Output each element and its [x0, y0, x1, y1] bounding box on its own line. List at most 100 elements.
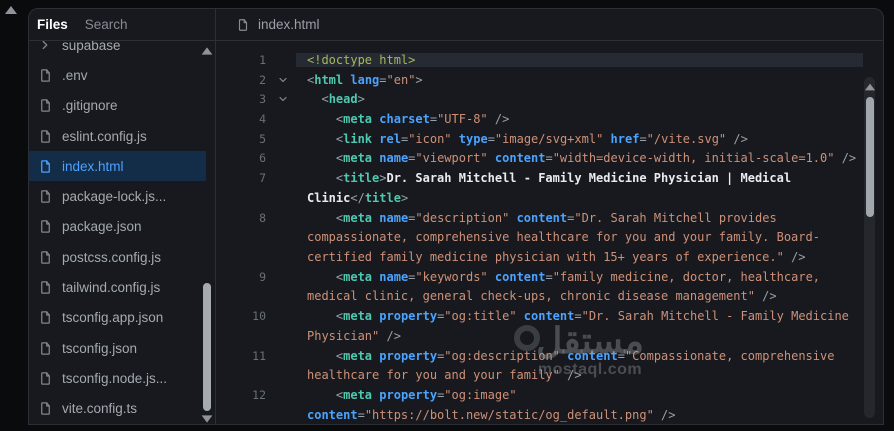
code-row: compassionate, comprehensive healthcare … — [216, 227, 883, 247]
file-icon — [38, 280, 53, 295]
line-number: 8 — [259, 210, 266, 225]
line-number: 4 — [259, 112, 266, 127]
file-name-label: .env — [62, 67, 88, 83]
code-row: 9 <meta name="keywords" content="family … — [216, 267, 883, 287]
code-row: medical clinic, general check-ups, chron… — [216, 287, 883, 307]
code-line[interactable]: <head> — [296, 92, 863, 106]
code-line[interactable]: <meta property="og:description" content=… — [296, 349, 863, 363]
code-line[interactable]: <meta property="og:image" — [296, 388, 863, 402]
file-icon — [38, 98, 53, 113]
file-item-package-lock-js-[interactable]: package-lock.js... — [29, 181, 206, 211]
line-number: 1 — [259, 52, 266, 67]
file-item-vite-config-ts[interactable]: vite.config.ts — [29, 394, 206, 424]
line-number: 5 — [259, 131, 266, 146]
sidebar-scrollbar[interactable] — [201, 41, 213, 424]
file-icon — [38, 68, 53, 83]
code-line[interactable]: <meta name="keywords" content="family me… — [296, 270, 863, 284]
file-item-tailwind-config-js[interactable]: tailwind.config.js — [29, 272, 206, 302]
file-item-tsconfig-node-js-[interactable]: tsconfig.node.js... — [29, 363, 206, 393]
code-row: 6 <meta name="viewport" content="width=d… — [216, 149, 883, 169]
code-line[interactable]: <meta name="viewport" content="width=dev… — [296, 151, 863, 165]
code-line[interactable]: <link rel="icon" type="image/svg+xml" hr… — [296, 132, 863, 146]
code-line[interactable]: <meta charset="UTF-8" /> — [296, 112, 863, 126]
file-list: supabase .env .gitignore eslint.config.js in… — [29, 30, 215, 424]
code-row: 4 <meta charset="UTF-8" /> — [216, 109, 883, 129]
code-lines: 1 <!doctype html> 2 <html lang="en"> 3 <head… — [216, 50, 883, 424]
code-line[interactable]: Physician" /> — [296, 329, 863, 343]
file-explorer-sidebar: Files Search supabase .env .gitignore eslin… — [29, 9, 216, 424]
fold-chevron-icon[interactable] — [266, 74, 296, 86]
file-name-label: tsconfig.json — [62, 340, 138, 356]
line-number: 10 — [252, 309, 266, 324]
code-line[interactable]: <meta property="og:title" content="Dr. S… — [296, 309, 863, 323]
code-row: 1 <!doctype html> — [216, 50, 883, 70]
code-line[interactable]: <meta name="description" content="Dr. Sa… — [296, 211, 863, 225]
scrollbar-thumb[interactable] — [203, 283, 211, 411]
file-name-label: package.json — [62, 219, 142, 235]
code-row: 8 <meta name="description" content="Dr. … — [216, 208, 883, 228]
file-icon — [38, 341, 53, 356]
file-item-tsconfig-json[interactable]: tsconfig.json — [29, 333, 206, 363]
file-item-postcss-config-js[interactable]: postcss.config.js — [29, 242, 206, 272]
file-item-index-html[interactable]: index.html — [29, 151, 206, 182]
tab-search[interactable]: Search — [85, 17, 128, 32]
file-item-eslint-config-js[interactable]: eslint.config.js — [29, 121, 206, 151]
line-number: 7 — [259, 171, 266, 186]
code-row: certified family medicine physician with… — [216, 247, 883, 267]
code-line[interactable]: <html lang="en"> — [296, 73, 863, 87]
file-name-label: .gitignore — [62, 98, 118, 114]
line-number: 2 — [259, 72, 266, 87]
code-line[interactable]: Clinic</title> — [296, 191, 863, 205]
code-row: 7 <title>Dr. Sarah Mitchell - Family Med… — [216, 168, 883, 188]
code-line[interactable]: medical clinic, general check-ups, chron… — [296, 289, 863, 303]
file-item--env[interactable]: .env — [29, 60, 206, 90]
file-name-label: index.html — [62, 158, 124, 174]
line-number: 11 — [252, 348, 266, 363]
scrollbar-thumb[interactable] — [865, 97, 874, 217]
file-item--gitignore[interactable]: .gitignore — [29, 91, 206, 121]
code-line[interactable]: <title>Dr. Sarah Mitchell - Family Medic… — [296, 171, 863, 185]
line-number: 12 — [252, 388, 266, 403]
editor: index.html 1 <!doctype html> 2 <html lang="… — [216, 9, 883, 424]
file-name-label: package-lock.js... — [62, 189, 167, 205]
editor-tab-bar: index.html — [216, 9, 883, 41]
code-row: healthcare for you and your family" /> — [216, 366, 883, 386]
code-line[interactable]: <!doctype html> — [296, 52, 863, 67]
code-line[interactable]: compassionate, comprehensive healthcare … — [296, 230, 863, 244]
scroll-up-arrow-icon[interactable] — [864, 83, 876, 91]
file-name-label: eslint.config.js — [62, 128, 147, 144]
file-name-label: tailwind.config.js — [62, 280, 161, 296]
app-window: Files Search supabase .env .gitignore eslin… — [0, 0, 894, 431]
scroll-down-arrow-icon[interactable] — [201, 415, 213, 423]
file-icon — [38, 159, 53, 174]
page-scrollbar[interactable] — [0, 0, 28, 431]
file-icon — [38, 219, 53, 234]
editor-tab-index-html[interactable]: index.html — [258, 17, 320, 32]
file-name-label: tsconfig.node.js... — [62, 370, 168, 386]
code-row: Clinic</title> — [216, 188, 883, 208]
file-icon — [38, 250, 53, 265]
file-name-label: vite.config.ts — [62, 401, 138, 417]
code-row: 11 <meta property="og:description" conte… — [216, 346, 883, 366]
code-line[interactable]: content="https://bolt.new/static/og_defa… — [296, 408, 863, 422]
scroll-up-arrow-icon[interactable] — [201, 47, 213, 55]
code-row: 5 <link rel="icon" type="image/svg+xml" … — [216, 129, 883, 149]
tab-files[interactable]: Files — [37, 17, 68, 32]
code-row: 2 <html lang="en"> — [216, 70, 883, 90]
code-area[interactable]: 1 <!doctype html> 2 <html lang="en"> 3 <head… — [216, 41, 883, 424]
editor-scrollbar[interactable] — [864, 77, 876, 418]
line-number: 6 — [259, 151, 266, 166]
sidebar-tabs: Files Search — [29, 9, 215, 41]
fold-chevron-icon[interactable] — [266, 93, 296, 105]
code-line[interactable]: healthcare for you and your family" /> — [296, 368, 863, 382]
file-item-tsconfig-app-json[interactable]: tsconfig.app.json — [29, 303, 206, 333]
scroll-up-arrow-icon[interactable] — [5, 6, 17, 14]
file-icon — [38, 310, 53, 325]
file-item-package-json[interactable]: package.json — [29, 212, 206, 242]
code-row: Physician" /> — [216, 326, 883, 346]
line-number: 3 — [259, 92, 266, 107]
code-line[interactable]: certified family medicine physician with… — [296, 250, 863, 264]
file-icon — [38, 371, 53, 386]
file-name-label: postcss.config.js — [62, 249, 162, 265]
code-row: 10 <meta property="og:title" content="Dr… — [216, 306, 883, 326]
